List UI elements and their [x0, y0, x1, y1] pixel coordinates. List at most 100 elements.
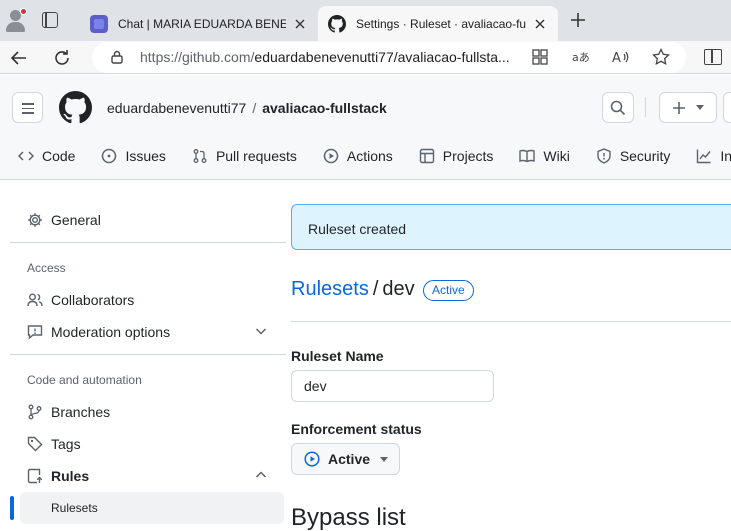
app-available-icon[interactable] [530, 47, 550, 67]
sidebar-item-general[interactable]: General [20, 204, 284, 236]
sidebar-item-label: Moderation options [51, 324, 171, 340]
sidebar-divider [10, 354, 286, 355]
profile-icon[interactable] [4, 8, 28, 32]
search-button[interactable] [602, 92, 634, 123]
nav-label: Insig [720, 148, 731, 164]
ruleset-name-label: Ruleset Name [291, 348, 384, 364]
repo-nav-code[interactable]: Code [18, 145, 75, 167]
read-aloud-icon[interactable]: A [611, 47, 631, 67]
tab-title: Settings · Ruleset · avaliacao-fullstack [356, 16, 526, 31]
sidebar-item-rules[interactable]: Rules [20, 460, 284, 492]
tag-icon [27, 436, 43, 452]
sidebar-item-rulesets[interactable]: Rulesets [20, 492, 284, 524]
svg-text:aあ: aあ [572, 51, 590, 64]
caret-down-icon [696, 105, 704, 110]
table-icon [419, 148, 434, 164]
github-icon [328, 14, 346, 33]
repo-nav-pull-requests[interactable]: Pull requests [192, 145, 297, 167]
path-separator: / [252, 100, 257, 116]
address-bar[interactable]: https://github.com/eduardabenevenutti77/… [92, 42, 686, 73]
browser-tab-strip: Chat | MARIA EDUARDA BENEVENUTTI Setting… [0, 0, 731, 41]
browser-toolbar: https://github.com/eduardabenevenutti77/… [0, 41, 731, 74]
repo-push-icon [27, 468, 43, 484]
enforcement-status-value: Active [328, 451, 371, 467]
rulesets-link[interactable]: Rulesets [291, 278, 369, 300]
ruleset-name-title: dev [382, 278, 415, 300]
nav-label: Wiki [543, 148, 570, 164]
sidebar-item-label: Branches [51, 404, 111, 420]
graph-icon [697, 149, 711, 164]
nav-label: Issues [125, 148, 166, 164]
repo-nav-security[interactable]: Security [596, 145, 670, 167]
gear-icon [28, 213, 42, 227]
sidebar-heading-code-automation: Code and automation [27, 373, 142, 387]
ruleset-name-input[interactable] [291, 370, 494, 402]
browser-tab-chat[interactable]: Chat | MARIA EDUARDA BENEVENUTTI [80, 6, 318, 41]
browser-tab-settings[interactable]: Settings · Ruleset · avaliacao-fullstack [318, 6, 558, 41]
sidebar-item-label: Collaborators [51, 292, 135, 308]
repo-nav-actions[interactable]: Actions [323, 145, 393, 167]
nav-label: Code [42, 148, 76, 164]
sidebar-item-label: Rulesets [51, 501, 98, 515]
pull-request-icon [193, 149, 207, 163]
play-icon [304, 451, 320, 467]
nav-label: Projects [442, 148, 494, 164]
github-logo-icon[interactable] [59, 91, 92, 124]
create-new-button[interactable] [659, 92, 717, 123]
section-divider [291, 321, 731, 322]
repo-nav-wiki[interactable]: Wiki [519, 145, 570, 167]
search-icon [610, 100, 626, 115]
lock-icon[interactable] [110, 50, 124, 64]
teams-icon [90, 14, 108, 33]
issues-shortcut-button[interactable] [723, 92, 731, 123]
selected-indicator [10, 496, 14, 520]
sidebar-item-collaborators[interactable]: Collaborators [20, 284, 284, 316]
status-badge: Active [423, 280, 474, 301]
report-icon [27, 325, 43, 340]
favorite-star-icon[interactable] [651, 47, 671, 67]
chevron-down-icon[interactable] [254, 324, 268, 338]
translate-icon[interactable]: aあ [571, 47, 591, 67]
chevron-up-icon[interactable] [254, 468, 268, 482]
new-tab-icon[interactable] [568, 10, 588, 30]
url-text[interactable]: https://github.com/eduardabenevenutti77/… [140, 49, 520, 65]
repo-nav-insights[interactable]: Insig [696, 145, 731, 167]
sidebar-item-label: Rules [51, 468, 90, 484]
repo-nav-projects[interactable]: Projects [419, 145, 494, 167]
repo-owner-link[interactable]: eduardabenevenutti77 [107, 100, 246, 116]
repo-nav: Code Issues Pull requests Actions Projec… [0, 143, 731, 179]
url-path: eduardabenevenutti77/avaliacao-fullsta..… [254, 49, 510, 65]
issue-icon [102, 148, 117, 164]
url-host: https://github.com/ [140, 49, 255, 65]
tab-actions-icon[interactable] [42, 12, 58, 28]
back-arrow-icon[interactable] [9, 48, 29, 68]
repo-name-link[interactable]: avaliacao-fullstack [262, 100, 387, 116]
flash-message: Ruleset created [308, 221, 407, 237]
refresh-icon[interactable] [52, 48, 72, 68]
split-screen-icon[interactable] [704, 49, 722, 65]
enforcement-status-label: Enforcement status [291, 421, 422, 437]
bypass-list-heading: Bypass list [291, 504, 406, 531]
sidebar-item-label: General [51, 212, 101, 228]
svg-text:A: A [612, 51, 621, 65]
sidebar-item-moderation[interactable]: Moderation options [20, 316, 284, 348]
sidebar-divider [10, 242, 286, 243]
caret-down-icon [380, 456, 389, 462]
sidebar-item-tags[interactable]: Tags [20, 428, 284, 460]
sidebar-item-label: Tags [51, 436, 81, 452]
page-title: Rulesets / dev [291, 278, 415, 301]
enforcement-status-dropdown[interactable]: Active [291, 443, 400, 475]
sidebar-item-branches[interactable]: Branches [20, 396, 284, 428]
menu-icon[interactable] [12, 92, 43, 123]
plus-icon [673, 101, 685, 114]
play-icon [323, 148, 339, 164]
repo-nav-issues[interactable]: Issues [101, 145, 166, 167]
people-icon [27, 293, 43, 307]
close-icon[interactable] [532, 16, 548, 32]
nav-label: Pull requests [215, 148, 297, 164]
nav-label: Actions [346, 148, 393, 164]
sidebar-heading-access: Access [27, 261, 66, 275]
github-header: eduardabenevenutti77 / avaliacao-fullstack… [0, 75, 731, 180]
header-divider [645, 97, 646, 117]
close-icon[interactable] [292, 16, 308, 32]
